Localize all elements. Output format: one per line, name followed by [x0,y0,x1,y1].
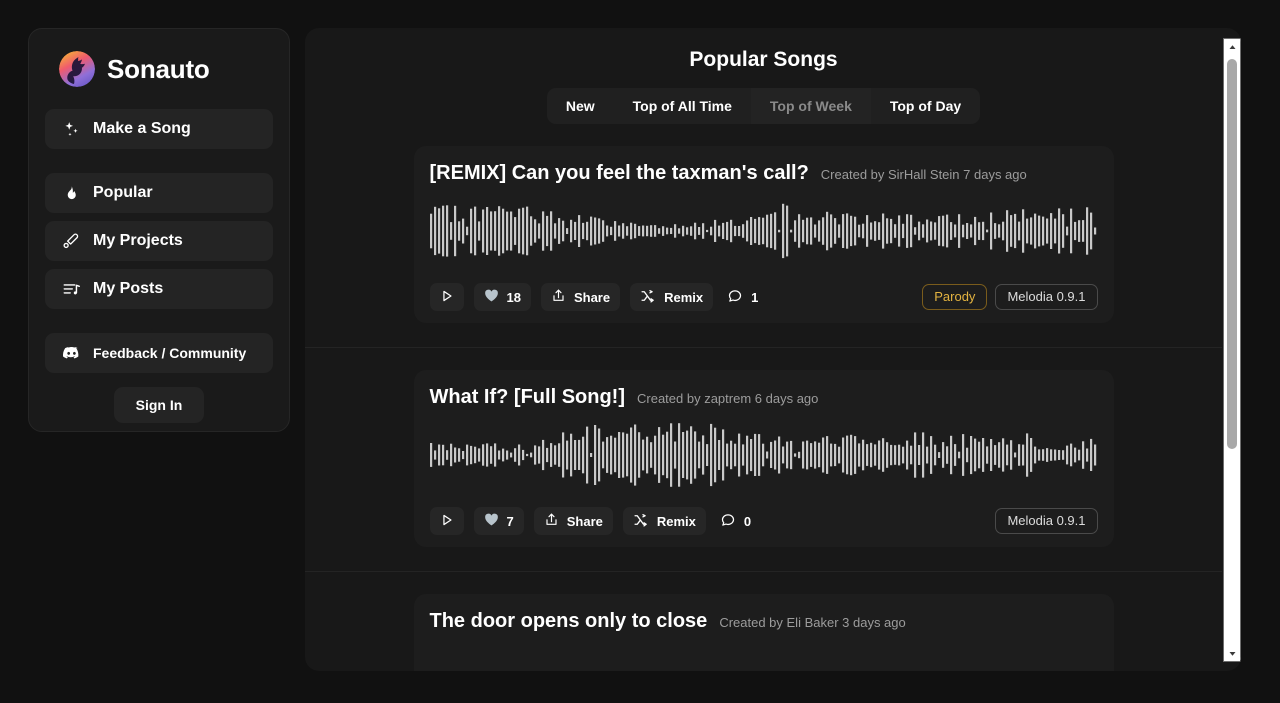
microphone-icon [61,231,81,251]
comment-button[interactable]: 0 [716,507,761,535]
play-button[interactable] [430,283,464,311]
sonauto-bird-logo-icon [59,51,95,87]
sidebar-item-label: My Projects [93,232,183,250]
waveform[interactable] [428,415,1100,495]
heart-icon [484,512,499,530]
song-meta: Created by zaptrem 6 days ago [637,391,818,406]
song-title: [REMIX] Can you feel the taxman's call? [430,162,809,185]
status-badge: Parody [922,284,987,310]
page-title: Popular Songs [305,48,1222,72]
sidebar-item-label: Popular [93,184,153,202]
sparkles-icon [61,119,81,139]
scrollbar-thumb[interactable] [1227,59,1237,449]
sidebar-item-my-posts[interactable]: My Posts [45,269,273,309]
sidebar-item-make-a-song[interactable]: Make a Song [45,109,273,149]
play-icon [440,513,454,530]
model-badge: Melodia 0.9.1 [995,284,1097,310]
song-meta: Created by SirHall Stein 7 days ago [821,167,1027,182]
songs-scroll-area: Popular Songs New Top of All Time Top of… [305,28,1222,671]
play-icon [440,289,454,306]
app-root: Sonauto Make a Song Popular [0,0,1280,703]
share-label: Share [574,290,610,305]
song-slot: The door opens only to close Created by … [305,571,1222,671]
scroll-down-arrow-icon[interactable] [1224,645,1240,661]
waveform[interactable] [428,639,1100,671]
model-badge: Melodia 0.9.1 [995,508,1097,534]
share-icon [551,288,566,306]
playlist-icon [61,279,81,299]
remix-button[interactable]: Remix [630,283,713,311]
remix-label: Remix [664,290,703,305]
sign-in-row: Sign In [45,387,273,423]
song-card[interactable]: [REMIX] Can you feel the taxman's call? … [414,146,1114,323]
song-actions: 18 Share [428,283,1100,311]
song-slot: [REMIX] Can you feel the taxman's call? … [305,124,1222,347]
like-button[interactable]: 18 [474,283,531,311]
discord-icon [61,343,81,363]
sidebar-item-popular[interactable]: Popular [45,173,273,213]
tab-top-of-all-time[interactable]: Top of All Time [614,88,751,124]
main-panel: Popular Songs New Top of All Time Top of… [305,28,1241,671]
share-button[interactable]: Share [541,283,620,311]
sidebar-item-feedback-community[interactable]: Feedback / Community [45,333,273,373]
song-title: The door opens only to close [430,610,708,633]
share-button[interactable]: Share [534,507,613,535]
song-header: [REMIX] Can you feel the taxman's call? … [428,162,1100,191]
song-header: The door opens only to close Created by … [428,610,1100,639]
scroll-up-arrow-icon[interactable] [1224,39,1240,55]
play-button[interactable] [430,507,464,535]
comment-icon [727,288,743,307]
like-button[interactable]: 7 [474,507,524,535]
sidebar: Sonauto Make a Song Popular [28,28,290,432]
tab-top-of-day[interactable]: Top of Day [871,88,980,124]
tab-top-of-week[interactable]: Top of Week [751,88,871,124]
waveform[interactable] [428,191,1100,271]
comment-count: 0 [744,514,751,529]
scrollbar[interactable] [1223,38,1241,662]
share-icon [544,512,559,530]
like-count: 18 [507,290,521,305]
song-card[interactable]: The door opens only to close Created by … [414,594,1114,671]
sidebar-item-label: Feedback / Community [93,345,246,361]
shuffle-icon [640,288,656,307]
song-title: What If? [Full Song!] [430,386,626,409]
song-header: What If? [Full Song!] Created by zaptrem… [428,386,1100,415]
song-actions: 7 Share [428,507,1100,535]
tab-new[interactable]: New [547,88,614,124]
brand: Sonauto [45,51,273,87]
song-slot: What If? [Full Song!] Created by zaptrem… [305,347,1222,571]
brand-name: Sonauto [107,54,210,85]
heart-icon [484,288,499,306]
like-count: 7 [507,514,514,529]
comment-icon [720,512,736,531]
sign-in-button[interactable]: Sign In [114,387,205,423]
flame-icon [61,183,81,203]
sidebar-item-label: Make a Song [93,120,191,138]
song-meta: Created by Eli Baker 3 days ago [719,615,905,630]
song-card[interactable]: What If? [Full Song!] Created by zaptrem… [414,370,1114,547]
comment-count: 1 [751,290,758,305]
remix-label: Remix [657,514,696,529]
tabbar: New Top of All Time Top of Week Top of D… [305,88,1222,124]
tab-group: New Top of All Time Top of Week Top of D… [547,88,980,124]
shuffle-icon [633,512,649,531]
sidebar-item-my-projects[interactable]: My Projects [45,221,273,261]
share-label: Share [567,514,603,529]
sidebar-item-label: My Posts [93,280,163,298]
remix-button[interactable]: Remix [623,507,706,535]
comment-button[interactable]: 1 [723,283,768,311]
